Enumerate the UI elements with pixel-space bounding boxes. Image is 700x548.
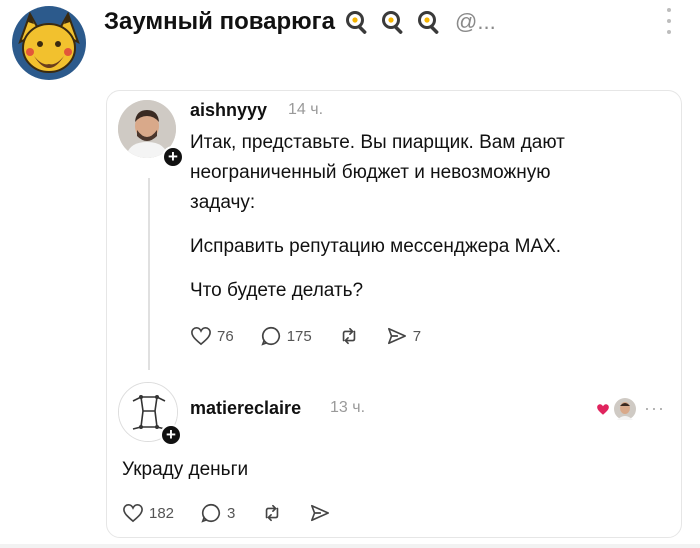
author-mini-avatar xyxy=(614,398,636,425)
comment-bubble-icon xyxy=(200,502,222,524)
frying-pan-egg-icon xyxy=(343,8,371,36)
channel-title[interactable]: Заумный поварюга @... xyxy=(104,8,496,36)
post-text-line: Итак, представьте. Вы пиарщик. Вам дают xyxy=(190,132,565,153)
liked-by-author xyxy=(596,398,636,425)
like-button[interactable]: 76 xyxy=(190,326,234,346)
post-text-line: Исправить репутацию мессенджера MAX. xyxy=(190,236,562,257)
share-button[interactable]: 7 xyxy=(386,326,421,346)
follow-button[interactable]: + xyxy=(160,424,182,446)
send-icon xyxy=(386,326,408,346)
reply-username[interactable]: matiereclaire xyxy=(190,398,301,419)
comment-button[interactable]: 3 xyxy=(200,502,235,524)
post-text-line: задачу: xyxy=(190,192,256,213)
follow-button[interactable]: + xyxy=(162,146,184,168)
channel-header: Заумный поварюга @... xyxy=(0,0,700,80)
heart-filled-icon xyxy=(596,403,610,421)
send-icon xyxy=(309,503,331,523)
bottom-divider xyxy=(0,544,700,548)
like-count: 76 xyxy=(217,327,234,345)
comment-button[interactable]: 175 xyxy=(260,325,312,347)
comment-count: 3 xyxy=(227,504,236,522)
frying-pan-egg-icon xyxy=(379,8,407,36)
channel-handle: @... xyxy=(455,9,496,34)
channel-title-text: Заумный поварюга xyxy=(104,8,336,35)
repost-icon xyxy=(261,503,283,523)
reply-more-options-icon[interactable]: ··· xyxy=(644,398,665,419)
heart-icon xyxy=(122,503,144,523)
repost-icon xyxy=(338,326,360,346)
like-button[interactable]: 182 xyxy=(122,503,174,523)
post-time: 14 ч. xyxy=(288,101,324,118)
reply-text: Украду деньги xyxy=(122,459,249,480)
heart-icon xyxy=(190,326,212,346)
repost-button[interactable] xyxy=(261,503,283,523)
repost-button[interactable] xyxy=(338,326,360,346)
thread-line xyxy=(148,178,150,370)
post-text-line: Что будете делать? xyxy=(190,280,364,301)
reply-time: 13 ч. xyxy=(330,399,366,416)
comment-count: 175 xyxy=(286,327,312,345)
post-text-line: неограниченный бюджет и невозможную xyxy=(190,162,551,183)
post-username[interactable]: aishnyyy xyxy=(190,100,267,121)
like-count: 182 xyxy=(149,504,175,522)
post-actions: 76 175 7 xyxy=(190,325,447,347)
share-button[interactable] xyxy=(309,503,331,523)
reply-actions: 182 3 xyxy=(122,502,357,524)
share-count: 7 xyxy=(412,327,422,345)
more-options-icon[interactable] xyxy=(664,8,674,34)
comment-bubble-icon xyxy=(260,325,282,347)
channel-avatar[interactable] xyxy=(12,6,86,80)
frying-pan-egg-icon xyxy=(415,8,443,36)
